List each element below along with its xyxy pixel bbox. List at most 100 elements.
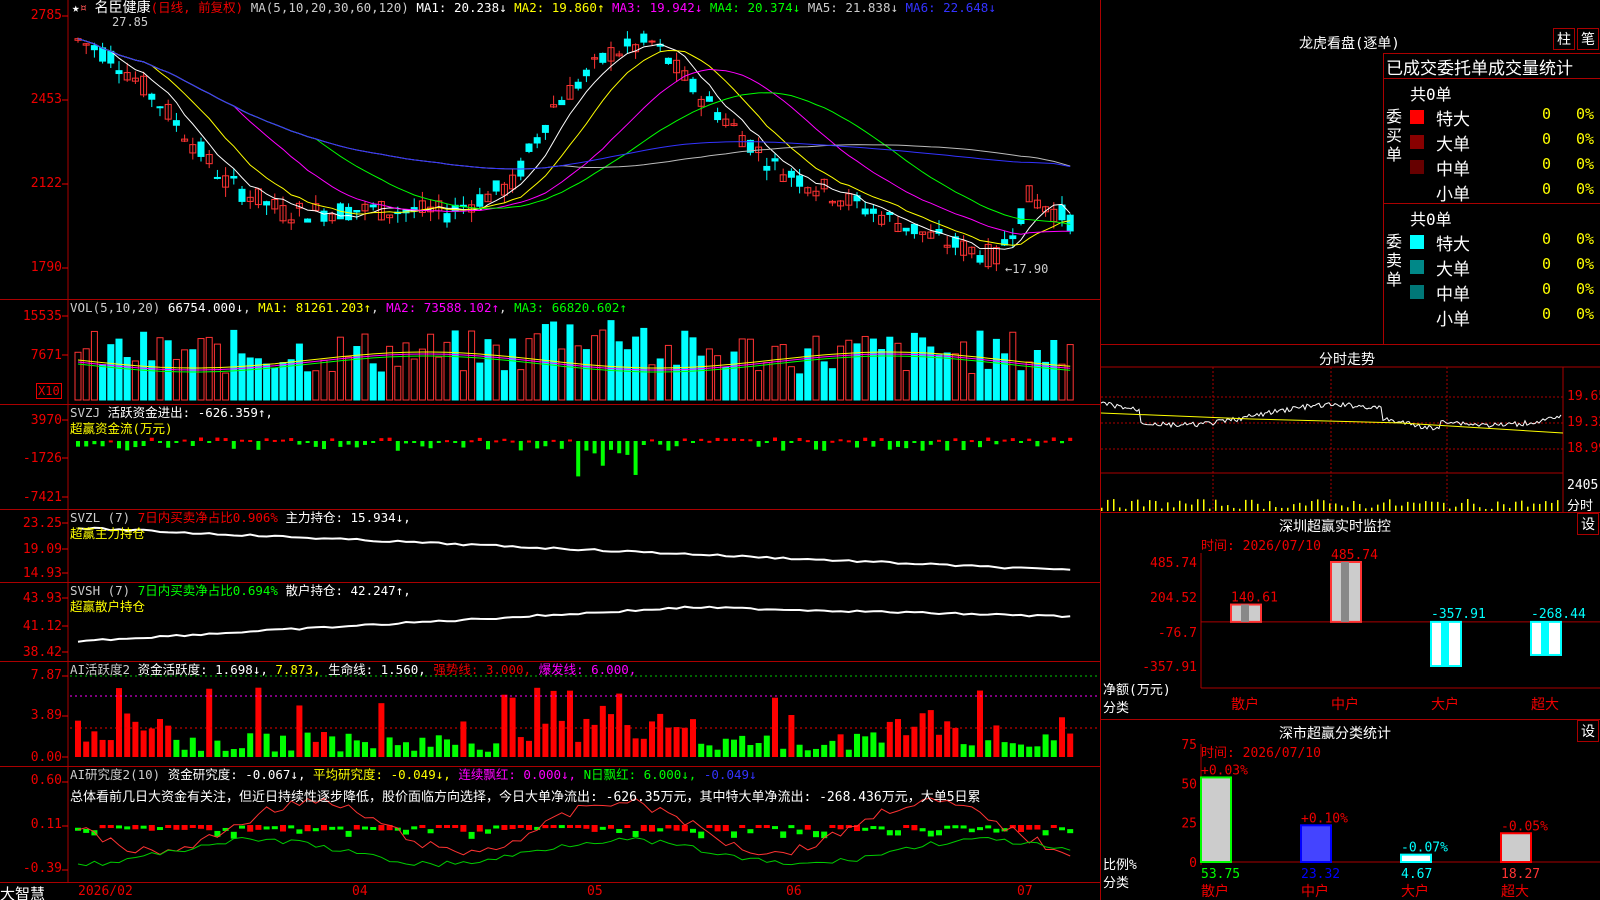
flow-bar bbox=[158, 441, 162, 443]
research-bar bbox=[944, 825, 951, 829]
activity-bar bbox=[1009, 743, 1016, 757]
candle bbox=[172, 120, 180, 126]
size-label: 小单 bbox=[1436, 185, 1470, 205]
activity-bar bbox=[107, 740, 114, 757]
ai-activity-pane[interactable]: 7.87 3.89 0.00 AI活跃度2 资金活跃度: 1.698↓, 7.8… bbox=[0, 662, 1100, 767]
svzl-ratio: 7日内买卖净占比0.906% bbox=[137, 510, 278, 525]
activity-bar bbox=[493, 743, 500, 757]
research-bar bbox=[411, 826, 418, 830]
volume-bar bbox=[861, 335, 869, 401]
research-bar bbox=[517, 825, 524, 828]
activity-bar bbox=[845, 749, 852, 757]
ai2-tick: -0.39 bbox=[22, 861, 62, 876]
flow-bar bbox=[322, 441, 326, 450]
intraday-vol-bar bbox=[1239, 508, 1241, 511]
volume-bar bbox=[107, 344, 115, 401]
intraday-vol-bar bbox=[1485, 508, 1487, 511]
activity-bar bbox=[263, 733, 270, 757]
period-mode[interactable]: (日线, 前复权) bbox=[151, 0, 244, 15]
vol-tick: 7671 bbox=[30, 348, 62, 363]
vol-tick: 15535 bbox=[22, 309, 62, 324]
lhb-tab[interactable]: 已成交委托单成交量统计 bbox=[1383, 53, 1600, 79]
lhb-panel: 龙虎看盘(逐单) 柱 笔 已成交委托单成交量统计 委买单 共0单 特大 0 0% 大单… bbox=[1100, 0, 1600, 345]
size-swatch bbox=[1410, 135, 1424, 149]
flow-bar bbox=[461, 441, 466, 448]
intraday-vol-bar bbox=[1389, 499, 1391, 511]
activity-bar bbox=[99, 739, 106, 757]
activity-bar bbox=[690, 719, 696, 757]
vol-title: VOL(5,10,20) bbox=[70, 300, 161, 315]
svzl-pane[interactable]: 23.25 19.09 14.93 SVZL (7) 7日内买卖净占比0.906… bbox=[0, 510, 1100, 583]
ai-research-pane[interactable]: 0.60 0.11 -0.39 AI研究度2(10) 资金研究度: -0.067… bbox=[0, 767, 1100, 882]
research-bar bbox=[255, 825, 262, 830]
candle bbox=[771, 158, 779, 162]
flow-bar bbox=[527, 440, 531, 443]
intraday-vol-bar bbox=[1551, 502, 1553, 511]
flow-bar bbox=[904, 441, 909, 449]
tick-mode-button[interactable]: 笔 bbox=[1577, 28, 1599, 50]
research-bar bbox=[796, 829, 803, 835]
size-swatch bbox=[1410, 185, 1424, 199]
monitor-value: -357.91 bbox=[1431, 607, 1486, 622]
volume-bar bbox=[960, 341, 968, 401]
ai-comment: 总体看前几日大资金有关注，但近日持续性逐步降低，股价面临方向选择，今日大单净流出… bbox=[70, 790, 981, 805]
flow-bar bbox=[896, 441, 900, 447]
volume-bar bbox=[230, 329, 238, 401]
research-bar bbox=[993, 828, 1000, 833]
activity-bar bbox=[599, 705, 606, 757]
flow-bar bbox=[871, 441, 876, 447]
activity-bar bbox=[280, 735, 286, 757]
intraday-unit: 分时 bbox=[1567, 499, 1594, 514]
flow-bar bbox=[650, 439, 654, 442]
intraday-panel[interactable]: 分时走势 19.65 19.32 18.99 2405 分时 bbox=[1100, 345, 1600, 514]
research-bar bbox=[968, 828, 975, 833]
volume-bar bbox=[919, 337, 927, 401]
volume-bar bbox=[943, 352, 951, 401]
size-swatch bbox=[1410, 310, 1424, 324]
intraday-vol-bar bbox=[1395, 505, 1397, 511]
volume-bar bbox=[722, 366, 730, 401]
activity-bar bbox=[83, 741, 90, 757]
flow-bar bbox=[961, 441, 966, 451]
volume-bar bbox=[476, 362, 484, 401]
research-bar bbox=[763, 825, 770, 828]
intraday-vol-bar bbox=[1209, 508, 1211, 511]
flow-bar bbox=[305, 441, 310, 443]
activity-bar bbox=[804, 750, 811, 757]
flow-bar bbox=[215, 437, 220, 441]
research-bar bbox=[99, 825, 106, 829]
volume-bar bbox=[746, 338, 754, 401]
intraday-vol-bar bbox=[1353, 500, 1355, 511]
flow-bar bbox=[781, 441, 786, 451]
research-bar bbox=[657, 828, 664, 832]
research-bar bbox=[550, 825, 557, 828]
candle bbox=[1017, 208, 1025, 225]
count-value: 0 bbox=[1542, 105, 1552, 123]
size-swatch bbox=[1410, 260, 1424, 274]
volume-pane[interactable]: 15535 7671 X10 VOL(5,10,20) 66754.000↓, … bbox=[0, 300, 1100, 405]
monitor-value: -268.44 bbox=[1531, 607, 1586, 622]
research-bar bbox=[198, 825, 204, 829]
svsh-pane[interactable]: 43.93 41.12 38.42 SVSH (7) 7日内买卖净占比0.694… bbox=[0, 583, 1100, 662]
research-line-green bbox=[77, 836, 1071, 868]
activity-bar bbox=[394, 745, 401, 757]
activity-bar bbox=[206, 688, 213, 757]
activity-bar bbox=[148, 728, 155, 757]
research-bar bbox=[337, 826, 344, 830]
candle bbox=[623, 38, 631, 47]
sell-label: 委卖单 bbox=[1386, 232, 1403, 289]
svzj-pane[interactable]: 3970 -1726 -7421 SVZJ 活跃资金进出: -626.359↑,… bbox=[0, 405, 1100, 510]
candlestick-chart[interactable] bbox=[0, 0, 1100, 300]
intraday-vol-bar bbox=[1227, 505, 1229, 511]
intraday-vol-bar bbox=[1341, 505, 1343, 511]
sell-section: 委卖单 共0单 特大 0 0% 大单 0 0% 中单 0 0% 小单 0 0% bbox=[1384, 204, 1600, 330]
research-bar bbox=[321, 825, 327, 831]
bar-mode-button[interactable]: 柱 bbox=[1553, 28, 1575, 50]
research-bar bbox=[124, 826, 131, 830]
intraday-vol-bar bbox=[1137, 499, 1139, 511]
candle bbox=[582, 69, 590, 77]
flow-bar bbox=[469, 440, 474, 443]
price-pane[interactable]: 2785 2453 2122 1790 ★¤ 名臣健康(日线, 前复权) MA(… bbox=[0, 0, 1100, 300]
candle bbox=[976, 255, 984, 263]
flow-bar bbox=[256, 441, 261, 450]
